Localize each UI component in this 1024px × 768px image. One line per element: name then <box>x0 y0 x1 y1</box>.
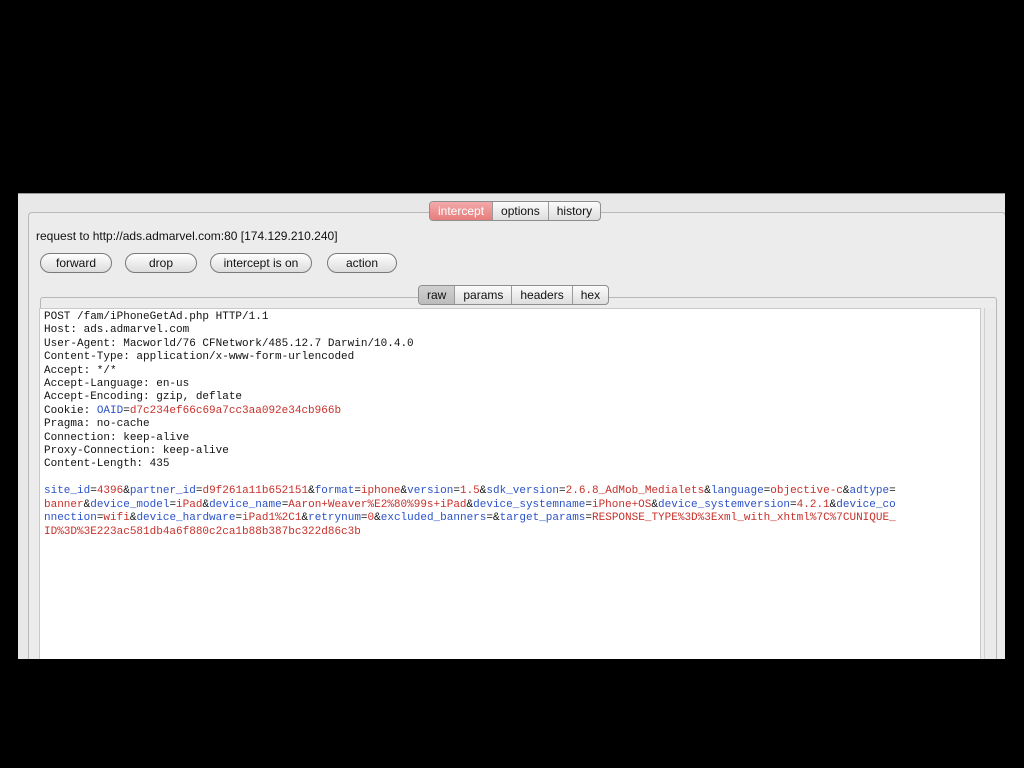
tab-hex[interactable]: hex <box>571 286 608 304</box>
user-agent-header: User-Agent: Macworld/76 CFNetwork/485.12… <box>44 337 414 350</box>
request-target-label: request to http://ads.admarvel.com:80 [1… <box>36 229 338 243</box>
param-separator: & <box>651 498 658 511</box>
request-body: site_id=4396&partner_id=d9f261a11b652151… <box>44 485 896 537</box>
cookie-key: OAID <box>96 404 124 417</box>
param-separator: = <box>90 485 97 498</box>
tab-options[interactable]: options <box>492 202 548 220</box>
param-value: ID%3D%3E223ac581db4a6f880c2ca1b88b387bc3… <box>44 525 361 538</box>
param-key: device_model <box>90 498 170 511</box>
tab-headers[interactable]: headers <box>511 286 571 304</box>
param-key: partner_id <box>129 485 196 498</box>
param-value: iphone <box>360 485 401 498</box>
param-key: format <box>314 485 355 498</box>
param-key: device_co <box>836 498 896 511</box>
param-key: excluded_banners <box>380 512 487 525</box>
tab-intercept[interactable]: intercept <box>430 202 493 220</box>
param-separator: = <box>790 498 797 511</box>
action-button[interactable]: action <box>327 253 397 273</box>
param-value: iPad1%2C1 <box>242 512 302 525</box>
tab-params[interactable]: params <box>454 286 511 304</box>
param-separator: & <box>308 485 315 498</box>
param-value: iPhone+OS <box>591 498 652 511</box>
tab-history[interactable]: history <box>547 202 600 220</box>
param-separator: & <box>842 485 850 498</box>
pragma-header: Pragma: no-cache <box>44 418 150 431</box>
param-separator: & <box>492 512 500 525</box>
content-type-header: Content-Type: application/x-www-form-url… <box>44 351 355 364</box>
accept-header: Accept: */* <box>44 364 117 377</box>
param-key: adtype <box>849 485 890 498</box>
main-tab-bar: intercept options history <box>429 201 602 221</box>
param-separator: = <box>486 512 493 525</box>
param-value: d9f261a11b652151 <box>202 485 309 498</box>
connection-header: Connection: keep-alive <box>44 431 190 444</box>
param-separator: & <box>123 485 130 498</box>
param-value: 2.6.8_AdMob_Medialets <box>565 485 705 498</box>
param-key: version <box>407 485 454 498</box>
host-header: Host: ads.admarvel.com <box>44 324 190 337</box>
param-key: device_systemname <box>473 498 586 511</box>
request-line: POST /fam/iPhoneGetAd.php HTTP/1.1 <box>44 311 269 323</box>
proxy-connection-header: Proxy-Connection: keep-alive <box>44 445 229 458</box>
drop-button[interactable]: drop <box>125 253 197 273</box>
param-separator: = <box>559 485 566 498</box>
param-separator: & <box>374 512 381 525</box>
param-key: nnection <box>44 512 97 525</box>
param-separator: & <box>704 485 711 498</box>
param-separator: = <box>354 485 361 498</box>
param-separator: = <box>585 498 592 511</box>
param-separator: = <box>889 485 896 498</box>
param-key: sdk_version <box>486 485 560 498</box>
accept-language-header: Accept-Language: en-us <box>44 378 190 391</box>
raw-request-editor[interactable]: POST /fam/iPhoneGetAd.php HTTP/1.1 Host:… <box>39 308 981 659</box>
param-value: wifi <box>103 512 130 525</box>
param-key: device_systemversion <box>658 498 791 511</box>
forward-button[interactable]: forward <box>40 253 112 273</box>
param-value: RESPONSE_TYPE%3D%3Exml_with_xhtml%7C%7CU… <box>592 512 896 525</box>
param-key: retrynum <box>308 512 361 525</box>
intercept-toggle-button[interactable]: intercept is on <box>210 253 312 273</box>
cookie-header-prefix: Cookie: <box>44 404 97 417</box>
param-separator: = <box>453 485 460 498</box>
param-key: device_hardware <box>136 512 236 525</box>
param-value: 4396 <box>96 485 124 498</box>
tab-raw[interactable]: raw <box>419 286 455 304</box>
param-value: iPad <box>176 498 203 511</box>
param-value: 4.2.1 <box>796 498 830 511</box>
message-view-tab-bar: raw params headers hex <box>418 285 610 305</box>
content-length-header: Content-Length: 435 <box>44 458 170 471</box>
editor-scrollbar[interactable] <box>984 308 995 659</box>
param-key: site_id <box>44 485 91 498</box>
param-key: language <box>710 485 764 498</box>
param-value: Aaron+Weaver%E2%80%99s+iPad <box>288 498 467 511</box>
param-key: target_params <box>499 512 586 525</box>
param-separator: = <box>360 512 368 525</box>
param-key: device_name <box>209 498 282 511</box>
proxy-window: intercept options history request to htt… <box>18 193 1005 659</box>
param-value: banner <box>44 498 84 511</box>
param-value: objective-c <box>770 485 843 498</box>
accept-encoding-header: Accept-Encoding: gzip, deflate <box>44 391 243 404</box>
cookie-value: d7c234ef66c69a7cc3aa092e34cb966b <box>129 404 342 417</box>
param-value: 1.5 <box>459 485 480 498</box>
